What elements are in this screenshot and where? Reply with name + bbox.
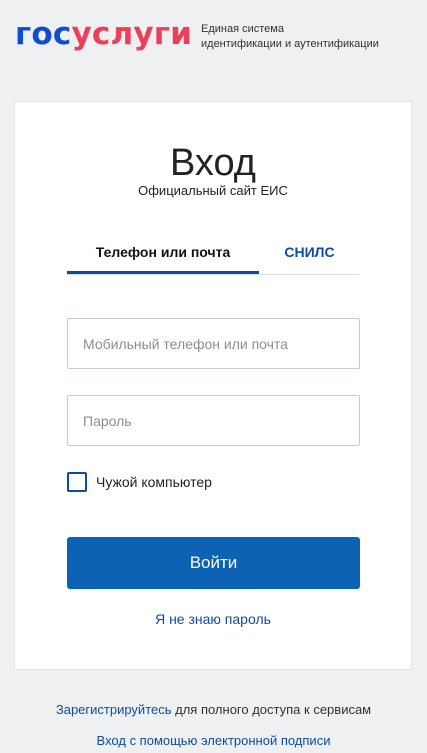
- login-method-tabs: Телефон или почта СНИЛС: [67, 237, 360, 275]
- header: госуслуги Единая система идентификации и…: [0, 0, 427, 70]
- login-button[interactable]: Войти: [67, 537, 360, 589]
- tagline: Единая система идентификации и аутентифи…: [201, 22, 379, 52]
- tagline-line-2: идентификации и аутентификации: [201, 38, 379, 50]
- register-text: для полного доступа к сервисам: [171, 702, 372, 717]
- login-card: Вход Официальный сайт ЕИС Телефон или по…: [14, 101, 412, 670]
- digital-signature-login-link[interactable]: Вход с помощью электронной подписи: [0, 733, 427, 748]
- logo-part-gos: гос: [15, 16, 72, 52]
- register-link[interactable]: Зарегистрируйтесь: [56, 702, 172, 717]
- gosuslugi-logo[interactable]: госуслуги: [15, 14, 192, 54]
- phone-or-email-input[interactable]: [68, 319, 359, 368]
- register-prompt: Зарегистрируйтесь для полного доступа к …: [0, 702, 427, 717]
- phone-or-email-field: [67, 318, 360, 369]
- password-input[interactable]: [68, 396, 359, 445]
- page-subtitle: Официальный сайт ЕИС: [138, 183, 288, 198]
- logo-part-uslugi: услуги: [71, 16, 193, 52]
- foreign-computer-checkbox[interactable]: [67, 472, 87, 492]
- tagline-line-1: Единая система: [201, 23, 284, 35]
- tab-snils[interactable]: СНИЛС: [259, 237, 360, 274]
- page-title: Вход: [170, 142, 256, 184]
- password-field: [67, 395, 360, 446]
- forgot-password-link[interactable]: Я не знаю пароль: [15, 611, 411, 627]
- foreign-computer-label[interactable]: Чужой компьютер: [96, 474, 212, 490]
- tab-phone-or-email[interactable]: Телефон или почта: [67, 237, 259, 274]
